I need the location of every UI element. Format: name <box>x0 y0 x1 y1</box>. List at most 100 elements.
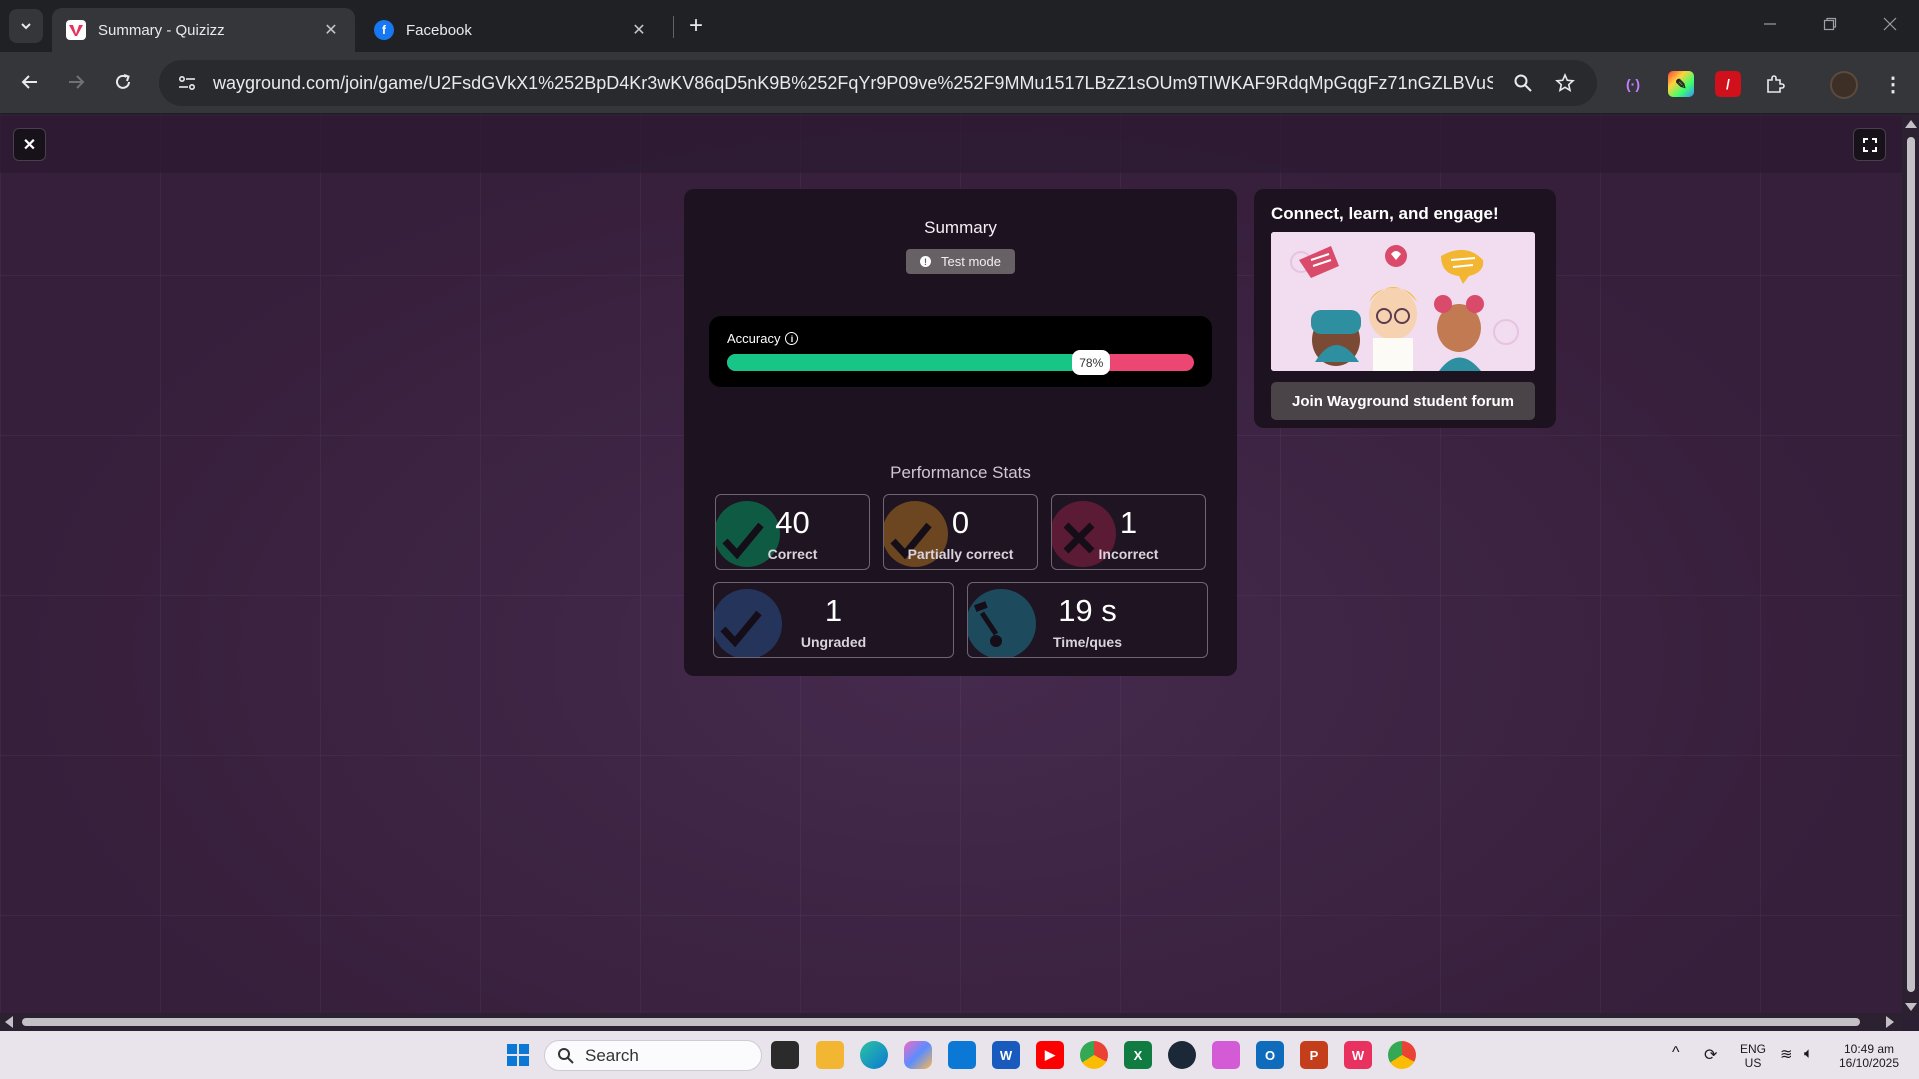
url-text: wayground.com/join/game/U2FsdGVkX1%252Bp… <box>213 72 1493 93</box>
students-illustration <box>1271 232 1535 371</box>
steam-icon[interactable] <box>1168 1041 1196 1069</box>
search-placeholder: Search <box>585 1045 639 1065</box>
accuracy-bar-fill <box>727 354 1092 371</box>
horizontal-scroll-thumb[interactable] <box>22 1018 1860 1026</box>
outlook-icon[interactable]: O <box>1256 1041 1284 1069</box>
extension-color-icon[interactable]: ✎ <box>1668 71 1694 97</box>
mode-label: Test mode <box>941 254 1001 269</box>
forward-button[interactable] <box>61 67 91 97</box>
stat-time-per-question: 19 s Time/ques <box>967 582 1208 658</box>
zoom-icon[interactable] <box>1507 67 1539 99</box>
edge-icon[interactable] <box>860 1041 888 1069</box>
stat-value: 1 <box>824 593 843 628</box>
clock[interactable]: 10:49 am 16/10/2025 <box>1832 1042 1906 1070</box>
accuracy-value: 78% <box>1072 350 1111 375</box>
address-bar[interactable]: wayground.com/join/game/U2FsdGVkX1%252Bp… <box>159 60 1597 106</box>
scroll-up-icon[interactable] <box>1905 120 1917 128</box>
info-icon[interactable]: i <box>785 332 799 345</box>
close-icon: ✕ <box>22 136 37 154</box>
stat-partially-correct: 0 Partially correct <box>883 494 1038 570</box>
show-hidden-icons-icon[interactable]: ^ <box>1672 1044 1680 1062</box>
scroll-right-icon[interactable] <box>1886 1016 1894 1028</box>
sync-icon[interactable]: ⟳ <box>1704 1045 1717 1065</box>
extensions-puzzle-icon[interactable] <box>1762 71 1788 97</box>
store-icon[interactable] <box>948 1041 976 1069</box>
chrome-icon[interactable] <box>1080 1041 1108 1069</box>
tab-title: Facebook <box>406 21 472 39</box>
arrow-left-icon <box>21 75 37 89</box>
site-info-icon[interactable] <box>169 65 205 101</box>
stat-label: Ungraded <box>800 634 867 650</box>
vertical-scrollbar[interactable] <box>1902 115 1919 1018</box>
stat-value: 0 <box>951 505 970 540</box>
horizontal-scrollbar[interactable] <box>0 1013 1902 1031</box>
copilot-icon[interactable] <box>904 1041 932 1069</box>
language-indicator[interactable]: ENG US <box>1738 1042 1768 1070</box>
menu-kebab-icon[interactable]: ⋮ <box>1880 71 1906 97</box>
new-tab-button[interactable]: + <box>682 12 710 40</box>
accuracy-label: Accuracy <box>727 331 781 346</box>
alert-icon: ! <box>920 256 931 267</box>
facebook-icon: f <box>374 20 394 40</box>
stat-label: Time/ques <box>1053 634 1122 650</box>
back-button[interactable] <box>15 67 45 97</box>
page-viewport: ✕ Summary ! Test mode Accuracy i 78% Per… <box>0 115 1902 1018</box>
taskbar-search[interactable]: Search <box>544 1040 762 1071</box>
stat-label: Partially correct <box>907 546 1014 562</box>
quiz-top-bar: ✕ <box>0 115 1902 173</box>
stat-incorrect: 1 Incorrect <box>1051 494 1206 570</box>
stat-value: 1 <box>1119 505 1138 540</box>
stat-label: Incorrect <box>1098 546 1159 562</box>
windows-start-icon[interactable] <box>504 1041 532 1069</box>
windows-taskbar: Search W ▶ X O P W ^ ⟳ ENG US ≋ 🔈︎ 10:49… <box>0 1031 1919 1079</box>
bookmark-star-icon[interactable] <box>1549 67 1581 99</box>
tab-title: Summary - Quizizz <box>98 21 225 39</box>
powerpoint-icon[interactable]: P <box>1300 1041 1328 1069</box>
reload-icon <box>116 74 130 89</box>
word-icon[interactable]: W <box>992 1041 1020 1069</box>
arrow-right-icon <box>69 75 85 89</box>
summary-title: Summary <box>924 218 997 237</box>
wps-icon[interactable]: W <box>1344 1041 1372 1069</box>
close-window-icon[interactable] <box>1878 12 1902 36</box>
tab-search-button[interactable] <box>9 9 43 43</box>
stat-value: 40 <box>775 505 810 540</box>
youtube-icon[interactable]: ▶ <box>1036 1041 1064 1069</box>
clock-date: 16/10/2025 <box>1838 1056 1900 1070</box>
browser-toolbar: wayground.com/join/game/U2FsdGVkX1%252Bp… <box>0 52 1919 114</box>
file-explorer-icon[interactable] <box>816 1041 844 1069</box>
scroll-left-icon[interactable] <box>5 1016 13 1028</box>
close-tab-icon[interactable]: ✕ <box>321 20 341 40</box>
close-quiz-button[interactable]: ✕ <box>13 128 46 161</box>
join-forum-button[interactable]: Join Wayground student forum <box>1271 382 1535 420</box>
summary-card: Summary ! Test mode Accuracy i 78% Perfo… <box>684 189 1237 676</box>
snipping-tool-icon[interactable] <box>1212 1041 1240 1069</box>
volume-icon[interactable]: 🔈︎ <box>1804 1045 1813 1062</box>
community-title: Connect, learn, and engage! <box>1271 204 1499 223</box>
restore-icon[interactable] <box>1818 12 1842 36</box>
region-code: US <box>1744 1056 1762 1070</box>
chrome-profile-icon[interactable] <box>1388 1041 1416 1069</box>
vertical-scroll-thumb[interactable] <box>1907 137 1915 992</box>
accuracy-bar: 78% <box>727 350 1194 375</box>
test-mode-badge: ! Test mode <box>906 249 1015 274</box>
reload-button[interactable] <box>108 67 138 97</box>
stat-value: 19 s <box>1058 593 1117 628</box>
scroll-down-icon[interactable] <box>1905 1003 1917 1011</box>
fullscreen-icon <box>1862 137 1877 152</box>
close-tab-icon[interactable]: ✕ <box>629 20 649 40</box>
wifi-icon[interactable]: ≋ <box>1780 1045 1793 1063</box>
extension-red-icon[interactable]: / <box>1715 71 1741 97</box>
extension-radio-icon[interactable]: (·) <box>1620 71 1646 97</box>
fullscreen-button[interactable] <box>1853 128 1886 161</box>
tab-summary-quizizz[interactable]: Summary - Quizizz ✕ <box>52 8 355 52</box>
task-view-icon[interactable] <box>771 1041 799 1069</box>
stat-ungraded: 1 Ungraded <box>713 582 954 658</box>
profile-avatar[interactable] <box>1830 71 1858 99</box>
excel-icon[interactable]: X <box>1124 1041 1152 1069</box>
stat-correct: 40 Correct <box>715 494 870 570</box>
minimize-icon[interactable] <box>1758 12 1782 36</box>
clock-time: 10:49 am <box>1843 1042 1895 1056</box>
language-code: ENG <box>1739 1042 1766 1056</box>
tab-facebook[interactable]: f Facebook ✕ <box>360 8 663 52</box>
